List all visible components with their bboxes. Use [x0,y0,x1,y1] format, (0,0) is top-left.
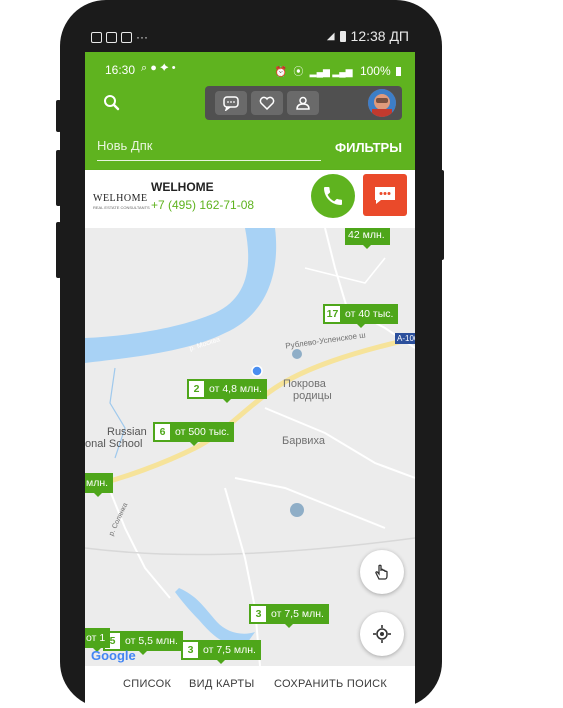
notification-icon [106,31,117,43]
my-location-button[interactable] [360,612,404,656]
agency-logo-tagline: REAL ESTATE CONSULTANTS [93,205,150,210]
battery-icon [396,67,401,76]
map-label-pokrova: Покрова [283,378,326,390]
app-screen: 16:30 ⌕ ● ✦ • ⏰ ⦿ ▂▄▆ ▂▄▆ 100% Новь Дпк … [85,52,415,708]
location-icon: ⦿ [293,67,304,78]
map-price-marker[interactable]: 2 от 4,8 млн. [187,379,267,403]
search-icon[interactable] [103,94,121,112]
signal-icon: ▂▄▆ ▂▄▆ [309,67,353,77]
draw-area-button[interactable] [360,550,404,594]
message-icon [375,187,395,204]
map-label-school-2: onal School [85,438,143,450]
favorites-heart-icon[interactable] [251,91,283,115]
agent-phone[interactable]: +7 (495) 162-71-08 [151,198,254,212]
agent-name: WELHOME [151,180,214,194]
clock: 12:38 ДП [350,28,409,44]
location-search-input[interactable]: Новь Дпк [97,138,321,161]
user-profile-icon[interactable] [287,91,319,115]
map-label-bogoroditsy: родицы [293,390,332,402]
notification-icon [91,31,102,43]
more-notifications-icon: ··· [136,30,148,44]
bixby-button [56,222,61,278]
save-search-button[interactable]: СОХРАНИТЬ ПОИСК [274,678,387,690]
bottom-navigation: СПИСОК ВИД КАРТЫ СОХРАНИТЬ ПОИСК [85,666,415,708]
agency-logo: WELHOME [93,193,148,204]
app-status-bar: 16:30 ⌕ ● ✦ • ⏰ ⦿ ▂▄▆ ▂▄▆ 100% [85,52,415,82]
agent-card: WELHOME REAL ESTATE CONSULTANTS WELHOME … [85,170,415,228]
phone-icon [324,187,342,205]
map-price-marker[interactable]: 3 от 7,5 млн. [249,604,329,628]
list-view-button[interactable]: СПИСОК [123,678,171,690]
toolbar-button-group [205,86,402,120]
search-filter-bar: Новь Дпк ФИЛЬТРЫ [85,120,415,170]
map-price-marker[interactable]: 42 млн. [345,228,390,249]
system-status-bar: ··· ◢ 12:38 ДП [85,24,415,48]
volume-button [56,150,61,206]
map-label-highway: А-106 [395,333,415,344]
map-view-button[interactable]: ВИД КАРТЫ [189,678,255,690]
filters-button[interactable]: ФИЛЬТРЫ [335,140,402,155]
instagram-icon [121,31,132,43]
map-view[interactable]: Рублево-Успенское ш А-106 р. Москва Покр… [85,228,415,666]
chat-icon[interactable] [215,91,247,115]
google-logo: Google [91,648,136,663]
map-price-marker[interactable]: 6 от 500 тыс. [153,422,235,446]
volume-button [56,100,61,132]
status-battery: ⏰ ⦿ ▂▄▆ ▂▄▆ 100% [275,63,401,78]
crosshair-icon [373,625,391,643]
wifi-icon: ◢ [326,30,335,42]
map-price-marker[interactable]: млн. [85,473,114,497]
map-label-school-1: Russian [107,426,147,438]
message-button[interactable] [363,174,407,216]
avatar[interactable] [368,89,396,117]
app-toolbar [85,82,415,120]
power-button [439,170,444,260]
status-time: 16:30 [105,63,136,77]
map-price-marker[interactable]: 3 от 7,5 млн. [181,640,261,664]
status-icons: ⌕ ● ✦ • [141,62,176,74]
alarm-icon: ⏰ [274,67,287,78]
map-label-barvikha: Барвиха [282,435,325,447]
battery-percent: 100% [359,64,391,78]
call-button[interactable] [311,174,355,218]
map-price-marker[interactable]: 17 от 40 тыс. [323,304,399,328]
battery-icon [339,30,346,42]
hand-pointer-icon [375,564,388,580]
map-price-marker[interactable]: от 1 [85,628,111,652]
